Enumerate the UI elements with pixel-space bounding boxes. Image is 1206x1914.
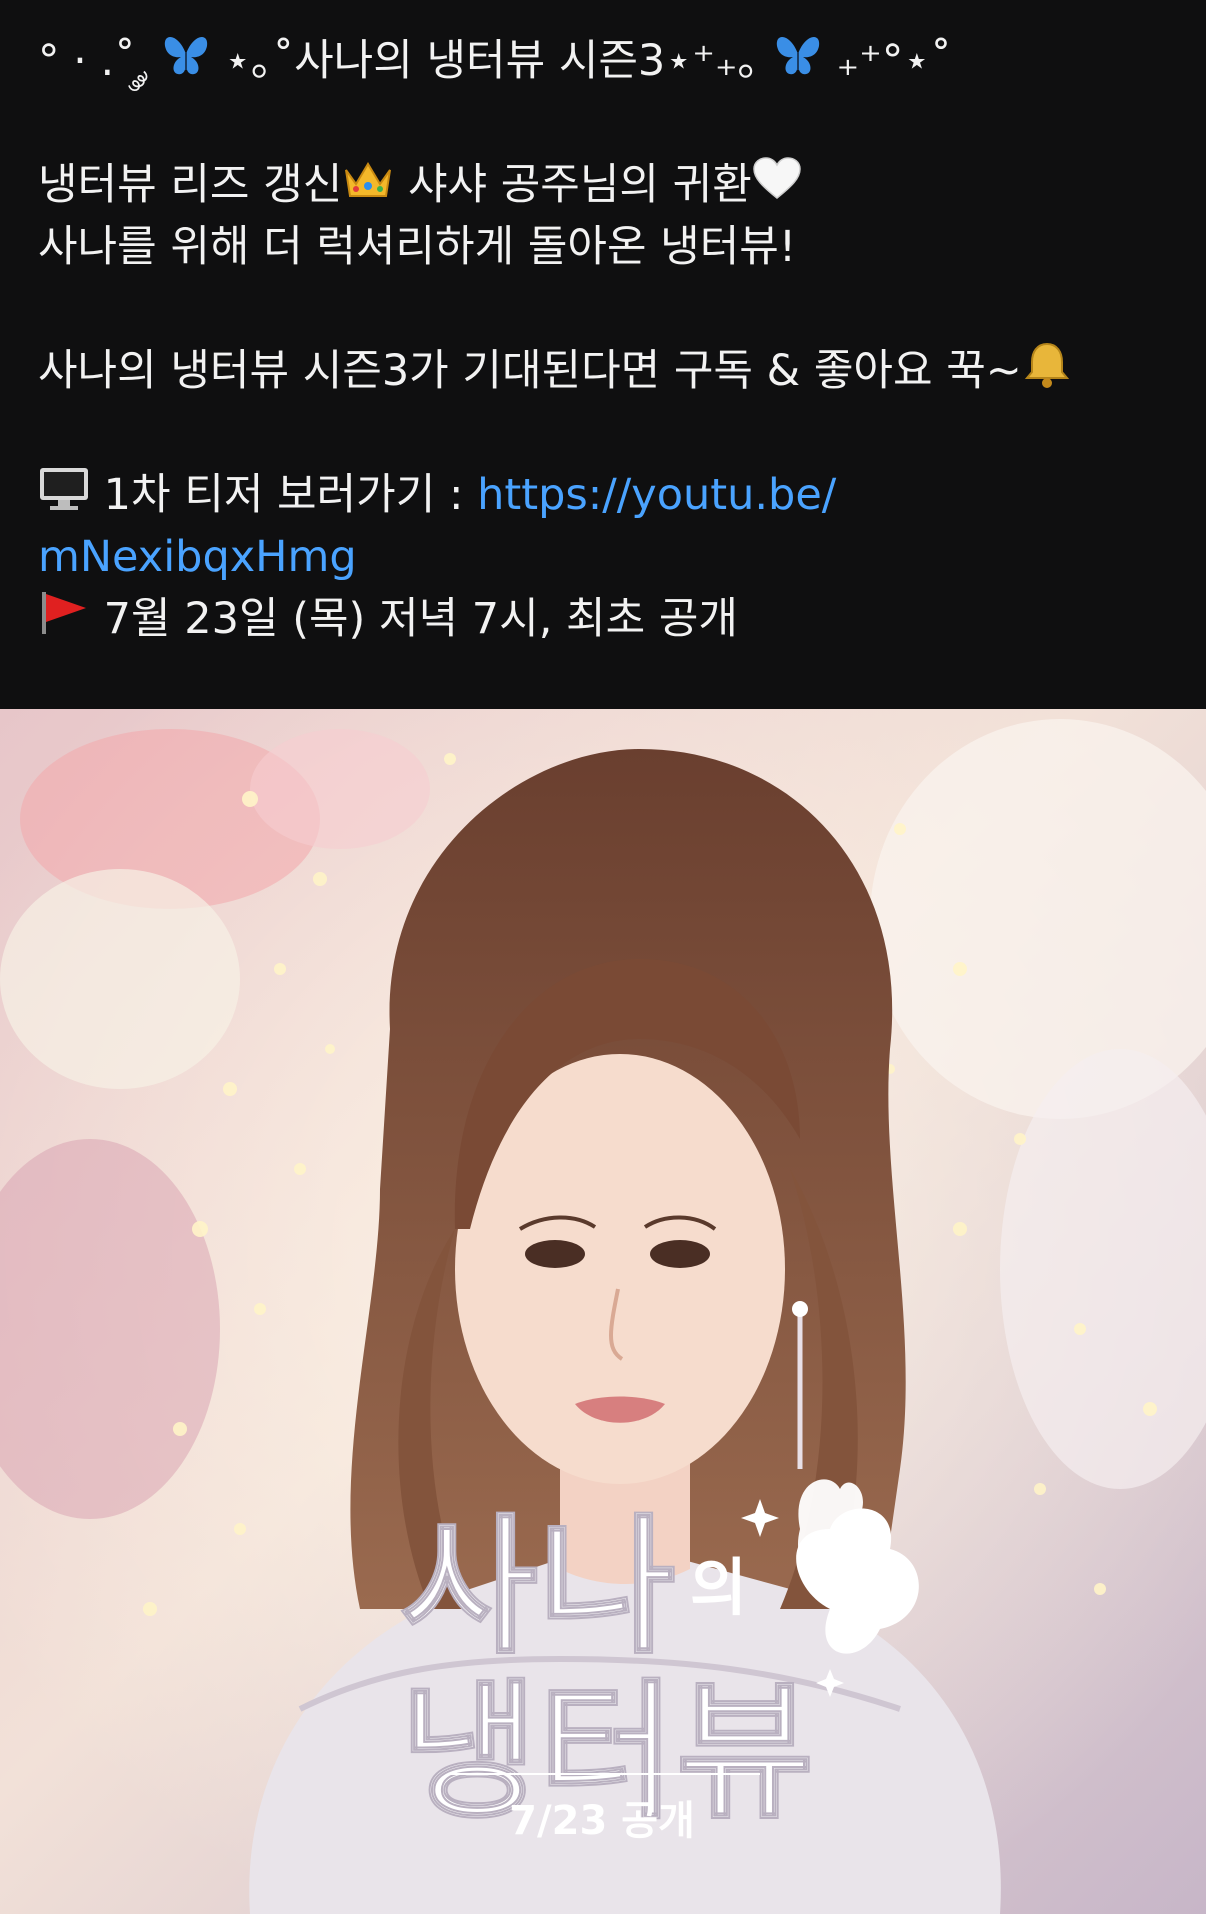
caption-title-line: ° · .˚ ༘ ⋆｡˚사나의 냉터뷰 시즌3⋆⁺₊｡ ₊⁺°⋆˚ xyxy=(38,30,1168,92)
poster-illustration: 사나 의 냉터뷰 7/23 공개 xyxy=(0,709,1206,1914)
release-line: 7월 23일 (목) 저녁 7시, 최초 공개 xyxy=(38,588,1168,650)
teaser-link-continued: mNexibqxHmg xyxy=(38,526,1168,588)
caption-line: 사나를 위해 더 럭셔리하게 돌아온 냉터뷰! xyxy=(38,216,1168,278)
poster-title-particle: 의 xyxy=(690,1551,747,1624)
caption-text: 사나를 위해 더 럭셔리하게 돌아온 냉터뷰! xyxy=(38,222,797,272)
crown-icon xyxy=(342,157,394,219)
butterfly-icon xyxy=(161,32,211,95)
teaser-link[interactable]: mNexibqxHmg xyxy=(38,532,357,582)
white-heart-icon xyxy=(752,156,802,219)
caption-line: 사나의 냉터뷰 시즌3가 기대된다면 구독 & 좋아요 꾹~ xyxy=(38,340,1168,402)
poster-title-line1: 사나 xyxy=(400,1501,676,1675)
caption-text: 냉터뷰 리즈 갱신 xyxy=(38,160,343,210)
bell-icon xyxy=(1022,340,1072,407)
caption-text: 사나의 냉터뷰 시즌3가 기대된다면 구독 & 좋아요 꾹~ xyxy=(38,346,1022,396)
poster-image[interactable]: 사나 의 냉터뷰 7/23 공개 xyxy=(0,709,1206,1914)
red-flag-icon xyxy=(38,590,90,653)
caption-title-text: ⋆｡˚사나의 냉터뷰 시즌3⋆⁺₊｡ xyxy=(224,36,760,86)
post-caption: ° · .˚ ༘ ⋆｡˚사나의 냉터뷰 시즌3⋆⁺₊｡ ₊⁺°⋆˚ 냉터뷰 리즈… xyxy=(38,30,1168,650)
release-text: 7월 23일 (목) 저녁 7시, 최초 공개 xyxy=(103,594,738,644)
caption-text: 샤샤 공주님의 귀환 xyxy=(407,160,752,210)
butterfly-icon xyxy=(773,32,823,95)
caption-line: 냉터뷰 리즈 갱신 샤샤 공주님의 귀환 xyxy=(38,154,1168,216)
computer-icon xyxy=(38,466,90,529)
teaser-line: 1차 티저 보러가기 : https://youtu.be/ xyxy=(38,464,1168,526)
poster-release-text: 7/23 공개 xyxy=(509,1798,695,1844)
sparkle-text: ° · .˚ ༘ xyxy=(38,36,147,86)
teaser-label: 1차 티저 보러가기 : xyxy=(103,470,464,520)
post: ° · .˚ ༘ ⋆｡˚사나의 냉터뷰 시즌3⋆⁺₊｡ ₊⁺°⋆˚ 냉터뷰 리즈… xyxy=(0,0,1206,1914)
teaser-link[interactable]: https://youtu.be/ xyxy=(477,470,836,520)
sparkle-text: ₊⁺°⋆˚ xyxy=(836,36,952,86)
